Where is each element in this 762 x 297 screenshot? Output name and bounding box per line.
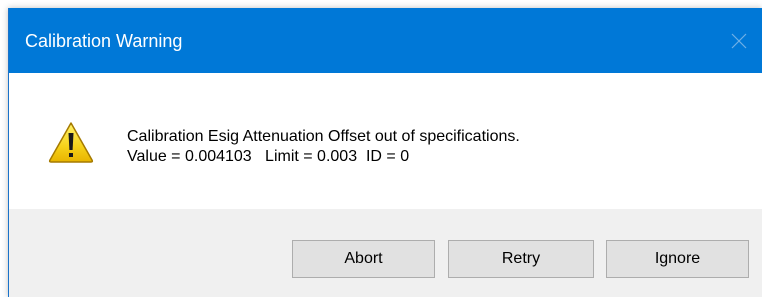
retry-button[interactable]: Retry — [448, 240, 594, 278]
close-icon — [731, 33, 747, 48]
warning-message: Calibration Esig Attenuation Offset out … — [127, 127, 520, 167]
abort-button[interactable]: Abort — [292, 240, 435, 278]
button-bar: Abort Retry Ignore — [9, 209, 762, 297]
message-area: Calibration Esig Attenuation Offset out … — [9, 73, 762, 209]
calibration-warning-dialog: Calibration Warning Calibration Esig Att… — [8, 8, 762, 297]
message-line-2: Value = 0.004103 Limit = 0.003 ID = 0 — [127, 148, 410, 165]
ignore-button[interactable]: Ignore — [606, 240, 749, 278]
title-bar[interactable]: Calibration Warning — [9, 8, 762, 73]
close-button[interactable] — [716, 8, 762, 73]
warning-icon — [48, 122, 94, 163]
window-title: Calibration Warning — [25, 31, 183, 51]
message-line-1: Calibration Esig Attenuation Offset out … — [127, 128, 520, 145]
